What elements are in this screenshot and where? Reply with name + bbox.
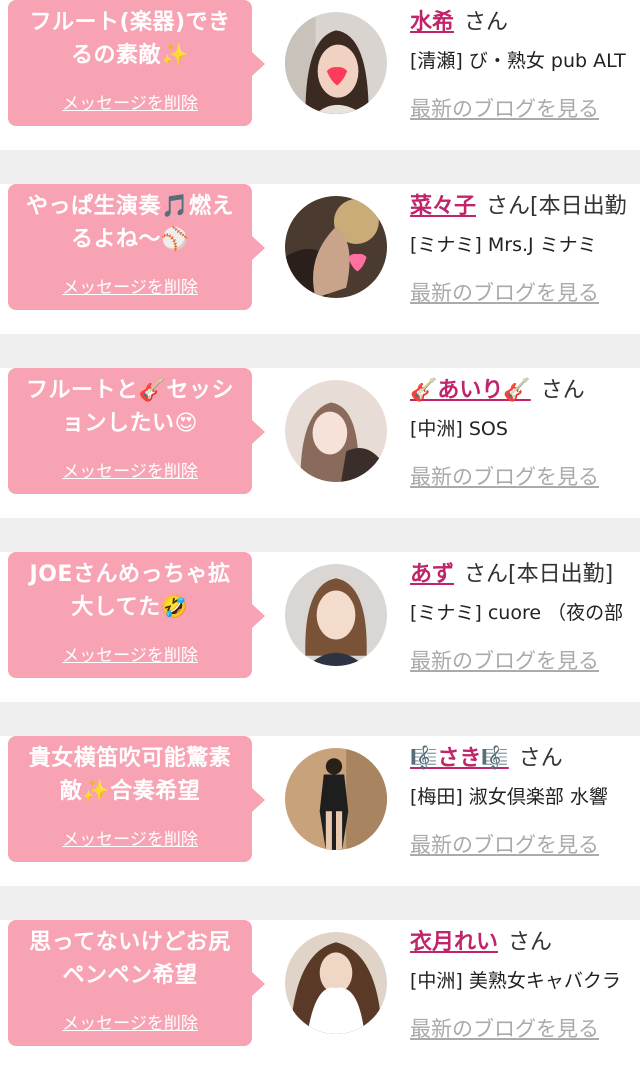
message-text: フルートと🎸セッシ ョンしたい😍 bbox=[26, 378, 234, 436]
honorific: さん bbox=[464, 10, 509, 35]
name-line: あず さん[本日出勤] bbox=[410, 556, 613, 588]
name-line: 🎸あいり🎸 さん bbox=[410, 372, 585, 404]
delete-message-link[interactable]: メッセージを削除 bbox=[8, 89, 252, 114]
avatar[interactable] bbox=[285, 12, 387, 114]
message-card: JOEさんめっちゃ拡 大してた🤣 メッセージを削除 あず さん[本日出勤] [ミナ… bbox=[0, 552, 640, 702]
latest-blog-link[interactable]: 最新のブログを見る bbox=[410, 277, 599, 307]
name-line: 🎼さき🎼 さん bbox=[410, 740, 563, 772]
avatar[interactable] bbox=[285, 748, 387, 850]
message-text: フルート(楽器)でき るの素敵✨ bbox=[29, 10, 231, 68]
message-list: フルート(楽器)でき るの素敵✨ メッセージを削除 水希 さん [清瀬] び・熟女… bbox=[0, 0, 640, 1070]
avatar-photo bbox=[285, 932, 387, 1034]
name-line: 水希 さん bbox=[410, 4, 508, 36]
cast-name-link[interactable]: 🎼さき🎼 bbox=[410, 746, 509, 771]
message-card: やっぱ生演奏🎵燃え るよね〜⚾ メッセージを削除 菜々子 さん[本日出勤 [ミナミ… bbox=[0, 184, 640, 334]
shop-info: [ミナミ] cuore （夜の部 bbox=[410, 602, 624, 624]
cast-name-link[interactable]: 水希 bbox=[410, 10, 454, 35]
latest-blog-link[interactable]: 最新のブログを見る bbox=[410, 461, 599, 491]
honorific: さん bbox=[518, 746, 563, 771]
avatar[interactable] bbox=[285, 564, 387, 666]
shop-info: [中洲] 美熟女キャバクラ bbox=[410, 970, 621, 992]
latest-blog-link[interactable]: 最新のブログを見る bbox=[410, 1013, 599, 1043]
delete-message-link[interactable]: メッセージを削除 bbox=[8, 457, 252, 482]
avatar-photo bbox=[285, 380, 387, 482]
delete-message-link[interactable]: メッセージを削除 bbox=[8, 273, 252, 298]
message-text: やっぱ生演奏🎵燃え るよね〜⚾ bbox=[26, 194, 234, 252]
work-status: [本日出勤 bbox=[530, 194, 627, 219]
latest-blog-link[interactable]: 最新のブログを見る bbox=[410, 829, 599, 859]
message-bubble: JOEさんめっちゃ拡 大してた🤣 メッセージを削除 bbox=[8, 552, 265, 678]
avatar[interactable] bbox=[285, 932, 387, 1034]
delete-message-link[interactable]: メッセージを削除 bbox=[8, 641, 252, 666]
honorific: さん bbox=[486, 194, 531, 219]
avatar-photo bbox=[285, 196, 387, 298]
message-card: フルートと🎸セッシ ョンしたい😍 メッセージを削除 🎸あいり🎸 さん [中洲] S… bbox=[0, 368, 640, 518]
shop-info: [梅田] 淑女倶楽部 水響 bbox=[410, 786, 608, 808]
cast-name-link[interactable]: 衣月れい bbox=[410, 930, 498, 955]
message-text: 思ってないけどお尻 ペンペン希望 bbox=[29, 930, 231, 988]
latest-blog-link[interactable]: 最新のブログを見る bbox=[410, 645, 599, 675]
message-card: 思ってないけどお尻 ペンペン希望 メッセージを削除 衣月れい さん [中洲] 美熟… bbox=[0, 920, 640, 1070]
work-status: [本日出勤] bbox=[508, 562, 614, 587]
message-bubble: 思ってないけどお尻 ペンペン希望 メッセージを削除 bbox=[8, 920, 265, 1046]
avatar-photo bbox=[285, 12, 387, 114]
message-text: JOEさんめっちゃ拡 大してた🤣 bbox=[29, 562, 231, 620]
delete-message-link[interactable]: メッセージを削除 bbox=[8, 1009, 252, 1034]
message-card: 貴女横笛吹可能驚素 敵✨合奏希望 メッセージを削除 🎼さき🎼 さん [梅田] 淑女… bbox=[0, 736, 640, 886]
message-card: フルート(楽器)でき るの素敵✨ メッセージを削除 水希 さん [清瀬] び・熟女… bbox=[0, 0, 640, 150]
delete-message-link[interactable]: メッセージを削除 bbox=[8, 825, 252, 850]
message-bubble: フルート(楽器)でき るの素敵✨ メッセージを削除 bbox=[8, 0, 265, 126]
cast-name-link[interactable]: 菜々子 bbox=[410, 194, 476, 219]
shop-info: [ミナミ] Mrs.J ミナミ bbox=[410, 234, 597, 256]
message-bubble: フルートと🎸セッシ ョンしたい😍 メッセージを削除 bbox=[8, 368, 265, 494]
name-line: 菜々子 さん[本日出勤 bbox=[410, 188, 627, 220]
avatar[interactable] bbox=[285, 196, 387, 298]
honorific: さん bbox=[464, 562, 509, 587]
message-bubble: やっぱ生演奏🎵燃え るよね〜⚾ メッセージを削除 bbox=[8, 184, 265, 310]
message-bubble: 貴女横笛吹可能驚素 敵✨合奏希望 メッセージを削除 bbox=[8, 736, 265, 862]
latest-blog-link[interactable]: 最新のブログを見る bbox=[410, 93, 599, 123]
avatar-photo bbox=[285, 748, 387, 850]
avatar-photo bbox=[285, 564, 387, 666]
shop-info: [清瀬] び・熟女 pub ALT bbox=[410, 50, 626, 72]
avatar[interactable] bbox=[285, 380, 387, 482]
shop-info: [中洲] SOS bbox=[410, 418, 508, 440]
honorific: さん bbox=[508, 930, 553, 955]
honorific: さん bbox=[540, 378, 585, 403]
message-text: 貴女横笛吹可能驚素 敵✨合奏希望 bbox=[28, 746, 232, 804]
cast-name-link[interactable]: 🎸あいり🎸 bbox=[410, 378, 531, 403]
cast-name-link[interactable]: あず bbox=[410, 562, 454, 587]
name-line: 衣月れい さん bbox=[410, 924, 552, 956]
